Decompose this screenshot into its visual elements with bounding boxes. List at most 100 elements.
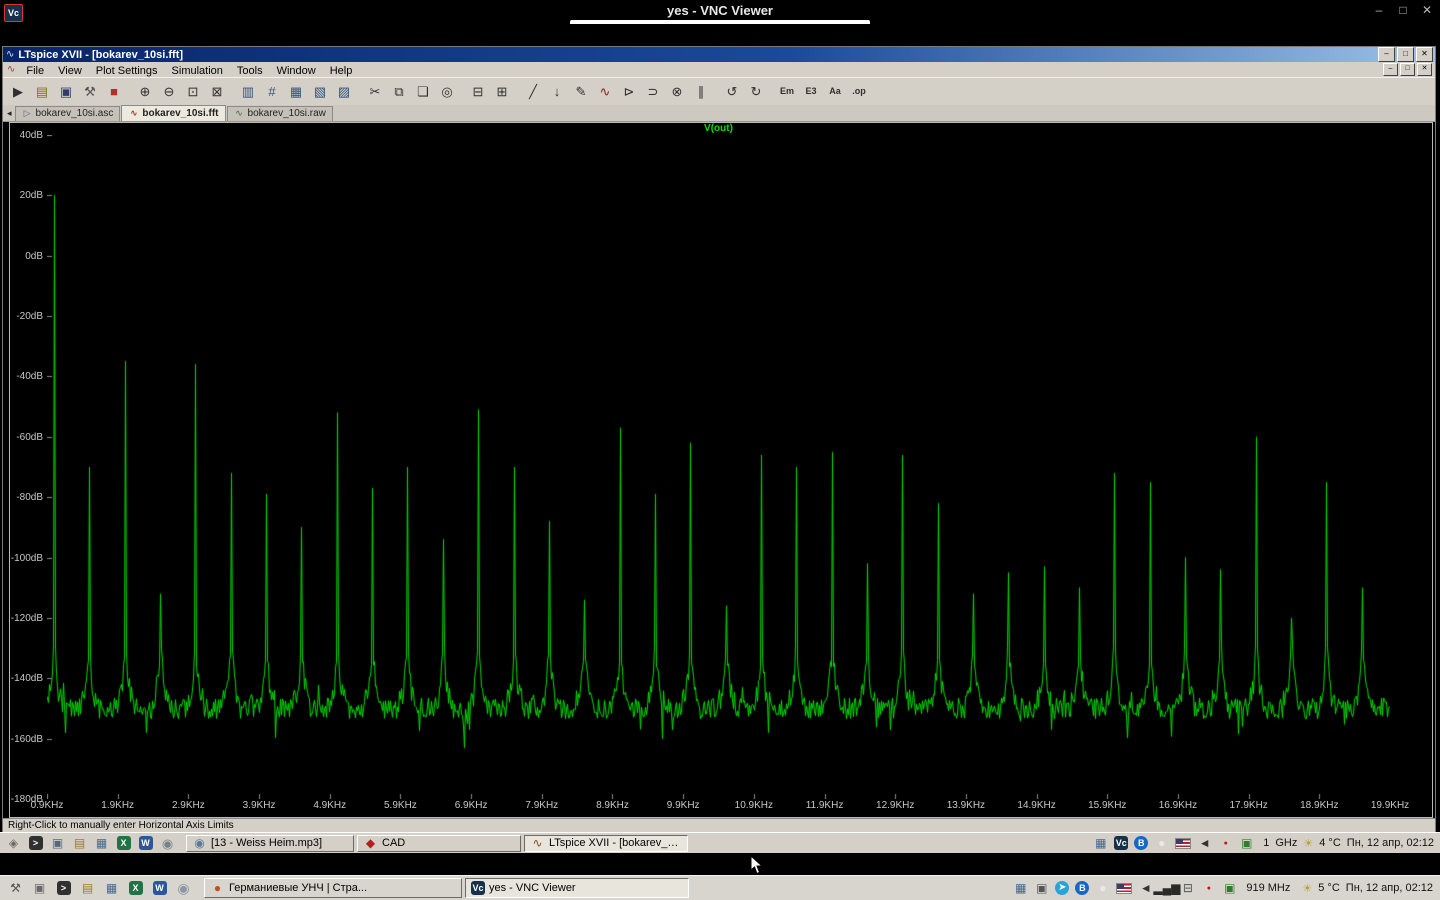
mdi-restore-button[interactable]: □ (1400, 63, 1415, 76)
volume-icon[interactable]: ◄ (1138, 881, 1153, 896)
file-manager-button[interactable]: ▤ (69, 834, 90, 853)
netlist-button[interactable]: E3 (799, 81, 823, 103)
trace-label[interactable]: V(out) (47, 123, 1390, 134)
print-button[interactable]: ⊟ (466, 81, 490, 103)
spice-directive-button[interactable]: .op (847, 81, 871, 103)
clock[interactable]: Пн, 12 апр, 02:12 (1346, 882, 1433, 894)
pane-1-button[interactable]: ▦ (284, 81, 308, 103)
undo-button[interactable]: ↺ (720, 81, 744, 103)
keyboard-layout-us-icon[interactable] (1116, 882, 1133, 894)
task-cad[interactable]: ◆ CAD (357, 834, 521, 852)
browser-button[interactable]: ◉ (172, 878, 195, 899)
copy-button[interactable]: ⧉ (387, 81, 411, 103)
maximize-button[interactable]: □ (1396, 3, 1410, 17)
wire-button[interactable]: ∿ (593, 81, 617, 103)
pane-2-button[interactable]: ▧ (308, 81, 332, 103)
autorange-button[interactable]: ▥ (236, 81, 260, 103)
halt-button[interactable]: ■ (102, 81, 126, 103)
gate-button[interactable]: ⊃ (641, 81, 665, 103)
bluetooth-icon[interactable]: B (1134, 836, 1149, 850)
printer-icon[interactable]: ⊟ (1180, 881, 1195, 896)
find-button[interactable]: ◎ (435, 81, 459, 103)
pencil-button[interactable]: ✎ (569, 81, 593, 103)
capacitor-button[interactable]: ∥ (689, 81, 713, 103)
paste-button[interactable]: ❏ (411, 81, 435, 103)
volume-icon[interactable]: ◄ (1197, 836, 1212, 851)
control-panel-button[interactable]: ⚒ (78, 81, 102, 103)
window-restore-button[interactable]: □ (1397, 47, 1414, 62)
file-manager-button[interactable]: ▤ (76, 878, 99, 899)
task-ltspice[interactable]: ∿ LTspice XVII - [bokarev_10s... (524, 834, 688, 852)
open-button[interactable]: ▤ (30, 81, 54, 103)
mdi-close-button[interactable]: ✕ (1417, 63, 1432, 76)
keyboard-layout-us-icon[interactable] (1175, 837, 1192, 849)
redo-button[interactable]: ↻ (744, 81, 768, 103)
window-minimize-button[interactable]: – (1378, 47, 1395, 62)
component-button[interactable]: ⊗ (665, 81, 689, 103)
grid-button[interactable]: # (260, 81, 284, 103)
signal-icon[interactable]: ▂▄▆ (1153, 881, 1180, 896)
notification-icon[interactable]: ● (1218, 836, 1233, 851)
menu-window[interactable]: Window (270, 65, 323, 77)
task-site-favicon[interactable]: ● Германиевые УНЧ | Стра... (204, 878, 462, 898)
screen-icon[interactable]: ▣ (1222, 881, 1237, 896)
player-icon: ◉ (194, 836, 205, 850)
panel-icon[interactable]: ▦ (1013, 881, 1028, 896)
menu-help[interactable]: Help (323, 65, 360, 77)
menu-file[interactable]: File (19, 65, 51, 77)
telegram-icon[interactable]: ➤ (1055, 881, 1070, 895)
menu-tools[interactable]: Tools (230, 65, 270, 77)
display-icon[interactable]: ▣ (1034, 881, 1049, 896)
pane-3-button[interactable]: ▨ (332, 81, 356, 103)
terminal-button[interactable]: > (52, 878, 75, 899)
calc-button[interactable]: X (113, 834, 134, 853)
text-tool-button[interactable]: Aa (823, 81, 847, 103)
screenshot-button[interactable]: ▣ (28, 878, 51, 899)
tools-button[interactable]: ⚒ (4, 878, 27, 899)
indicator-icon[interactable]: ● (1095, 881, 1110, 896)
zoom-in-button[interactable]: ⊕ (133, 81, 157, 103)
save-button[interactable]: ▣ (54, 81, 78, 103)
menu-view[interactable]: View (51, 65, 89, 77)
diode-button[interactable]: ⊳ (617, 81, 641, 103)
zoom-out-button[interactable]: ⊖ (157, 81, 181, 103)
window-close-button[interactable]: ✕ (1416, 47, 1433, 62)
zoom-area-button[interactable]: ⊡ (181, 81, 205, 103)
text-editor-button[interactable]: ▦ (91, 834, 112, 853)
text-editor-button[interactable]: ▦ (100, 878, 123, 899)
draw-line-button[interactable]: ╱ (521, 81, 545, 103)
print-preview-button[interactable]: ⊞ (490, 81, 514, 103)
calc-button[interactable]: X (124, 878, 147, 899)
zoom-full-button[interactable]: ⊠ (205, 81, 229, 103)
close-button[interactable]: ✕ (1420, 3, 1434, 17)
tab-scroll-left-icon[interactable]: ◂ (5, 108, 15, 121)
terminal-button[interactable]: > (25, 834, 46, 853)
sim-command-button[interactable]: Em (775, 81, 799, 103)
notification-icon[interactable]: ● (1201, 881, 1216, 896)
mdi-minimize-button[interactable]: – (1383, 63, 1398, 76)
screen-icon[interactable]: ▣ (1239, 836, 1254, 851)
vnc-titlebar[interactable]: Vc yes - VNC Viewer – □ ✕ (0, 0, 1440, 24)
indicator-icon[interactable]: ● (1154, 836, 1169, 851)
task-vnc[interactable]: Vc yes - VNC Viewer (465, 878, 689, 898)
browser-button[interactable]: ◉ (157, 834, 178, 853)
tab-bokarev_10si.raw[interactable]: ∿ bokarev_10si.raw (226, 105, 333, 121)
app-finder-button[interactable]: ◈ (3, 834, 24, 853)
vnc-server-icon[interactable]: Vc (1114, 836, 1129, 850)
cursor-button[interactable]: ↓ (545, 81, 569, 103)
fft-plot-canvas[interactable] (47, 135, 1390, 799)
bluetooth-icon[interactable]: B (1075, 881, 1090, 895)
run-button[interactable]: ▶ (6, 81, 30, 103)
clock[interactable]: Пн, 12 апр, 02:12 (1347, 837, 1434, 849)
menu-plot-settings[interactable]: Plot Settings (89, 65, 165, 77)
cut-button[interactable]: ✂ (363, 81, 387, 103)
minimize-button[interactable]: – (1372, 3, 1386, 17)
writer-button[interactable]: W (135, 834, 156, 853)
display-icon[interactable]: ▦ (1093, 836, 1108, 851)
display-settings-button[interactable]: ▣ (47, 834, 68, 853)
menu-simulation[interactable]: Simulation (165, 65, 230, 77)
tab-bokarev_10si.asc[interactable]: ▷ bokarev_10si.asc (14, 105, 121, 121)
writer-button[interactable]: W (148, 878, 171, 899)
tab-bokarev_10si.fft[interactable]: ∿ bokarev_10si.fft (121, 105, 226, 121)
task-player[interactable]: ◉ [13 - Weiss Heim.mp3] (186, 834, 354, 852)
